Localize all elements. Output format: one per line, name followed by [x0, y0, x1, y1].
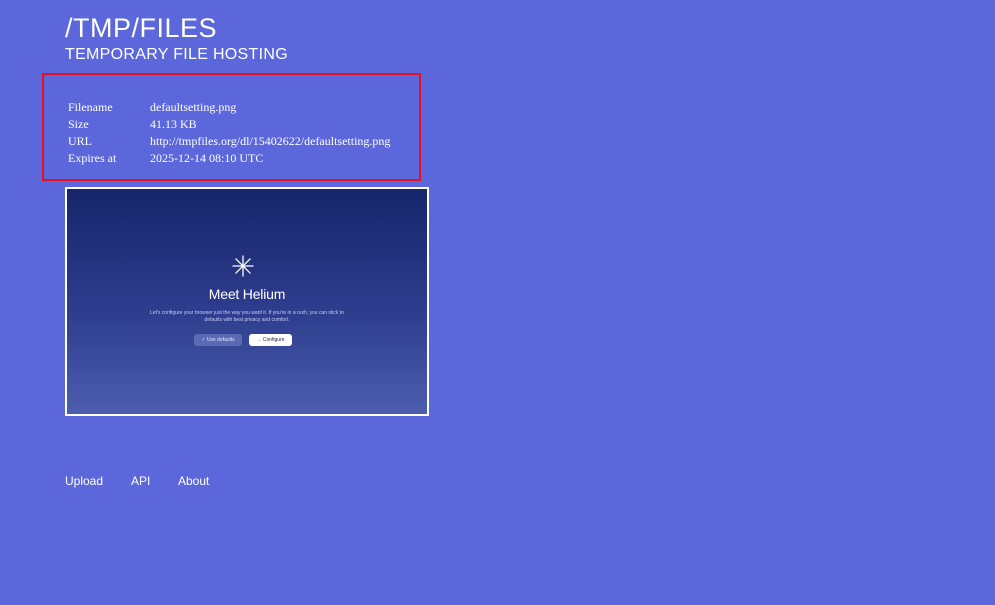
file-info-row-filename: Filename defaultsetting.png — [68, 99, 390, 116]
site-subtitle: TEMPORARY FILE HOSTING — [65, 46, 288, 63]
expires-value: 2025-12-14 08:10 UTC — [150, 151, 264, 165]
preview-description: Let's configure your browser just the wa… — [150, 310, 344, 323]
preview-use-defaults-button: ✓ Use defaults — [194, 334, 242, 346]
url-value[interactable]: http://tmpfiles.org/dl/15402622/defaults… — [150, 133, 390, 150]
filename-value: defaultsetting.png — [150, 100, 237, 114]
nav-api-link[interactable]: API — [131, 474, 150, 488]
size-label: Size — [68, 117, 89, 131]
file-info-row-size: Size 41.13 KB — [68, 116, 390, 133]
preview-heading: Meet Helium — [208, 286, 286, 302]
asterisk-star-icon — [232, 255, 254, 277]
filename-label: Filename — [68, 100, 113, 114]
preview-configure-button: → Configure — [249, 334, 292, 346]
url-label: URL — [68, 134, 92, 148]
page: /TMP/FILES TEMPORARY FILE HOSTING Filena… — [0, 0, 995, 605]
site-title: /TMP/FILES — [65, 13, 218, 43]
size-value: 41.13 KB — [150, 117, 197, 131]
file-info-row-url: URL http://tmpfiles.org/dl/15402622/defa… — [68, 133, 390, 150]
file-info-row-expires: Expires at 2025-12-14 08:10 UTC — [68, 150, 390, 167]
expires-label: Expires at — [68, 151, 117, 165]
image-preview[interactable]: Meet Helium Let's configure your browser… — [65, 187, 429, 416]
file-info-table: Filename defaultsetting.png Size 41.13 K… — [68, 99, 390, 167]
file-info-highlight-box: Filename defaultsetting.png Size 41.13 K… — [42, 73, 421, 181]
nav-upload-link[interactable]: Upload — [65, 474, 103, 488]
nav-about-link[interactable]: About — [178, 474, 209, 488]
